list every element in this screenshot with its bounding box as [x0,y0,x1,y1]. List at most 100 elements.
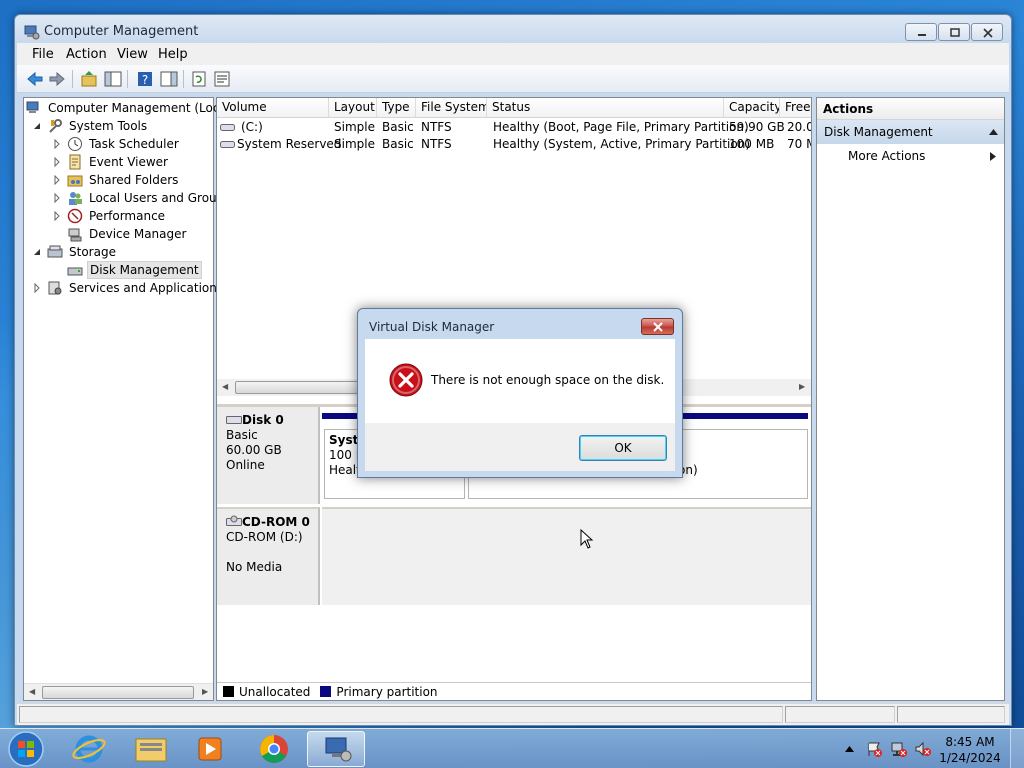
svg-text:?: ? [142,73,148,87]
column-volume[interactable]: Volume [217,98,329,118]
expand-arrow-icon[interactable] [52,175,62,185]
performance-icon [67,208,83,224]
close-icon [653,322,663,332]
more-actions-item[interactable]: More Actions [817,144,1004,168]
drive-icon [220,124,235,131]
taskbar-media-player[interactable] [181,731,239,767]
error-icon [389,363,423,397]
mouse-cursor-icon [580,529,594,549]
dialog-body: There is not enough space on the disk. [365,339,675,423]
minimize-icon [918,34,926,36]
tree-item-task-scheduler[interactable]: Task Scheduler [52,135,181,153]
taskbar-computer-management[interactable] [307,731,365,767]
actions-section-disk-management[interactable]: Disk Management [817,120,1004,144]
expand-arrow-icon[interactable] [52,211,62,221]
tree-horizontal-scrollbar[interactable]: ◀ ▶ [24,683,213,700]
scroll-thumb[interactable] [42,686,194,699]
up-folder-icon[interactable] [79,69,99,89]
column-layout[interactable]: Layout [329,98,377,118]
tree-item-storage[interactable]: Storage [32,243,118,261]
actions-header: Actions [817,98,1004,120]
tree-item-local-users-and-groups[interactable]: Local Users and Groups [52,189,233,207]
volume-row[interactable]: System Reserved Simple Basic NTFS Health… [217,136,811,153]
expand-arrow-icon[interactable] [52,157,62,167]
expand-arrow-icon[interactable] [52,139,62,149]
properties-icon[interactable] [212,69,232,89]
tree-item-disk-management[interactable]: Disk Management [67,261,202,279]
minimize-button[interactable] [905,23,937,41]
dialog-message: There is not enough space on the disk. [431,373,665,387]
maximize-button[interactable] [938,23,970,41]
scroll-right-icon[interactable]: ▶ [202,687,208,696]
computer-management-icon [24,25,40,40]
tree-item-shared-folders[interactable]: Shared Folders [52,171,180,189]
computer-management-icon [325,737,352,762]
show-hide-tree-icon[interactable] [103,69,123,89]
cd-drive-icon [226,515,242,526]
column-status[interactable]: Status [487,98,724,118]
taskbar-internet-explorer[interactable] [60,731,118,767]
menu-action[interactable]: Action [66,47,107,62]
maximize-icon [950,28,960,37]
show-action-pane-icon[interactable] [159,69,179,89]
expand-arrow-icon[interactable] [52,193,62,203]
forward-arrow-icon[interactable] [47,69,67,89]
network-icon[interactable] [891,741,907,757]
volume-row[interactable]: (C:) Simple Basic NTFS Healthy (Boot, Pa… [217,119,811,136]
system-tools-icon [49,119,62,133]
collapse-arrow-icon[interactable] [32,247,42,257]
tree-item-performance[interactable]: Performance [52,207,167,225]
action-center-flag-icon[interactable] [866,741,882,757]
chrome-icon [260,735,288,763]
tree-item-computer-management[interactable]: Computer Management (Local [26,99,232,117]
virtual-disk-manager-dialog: Virtual Disk Manager There is not enough… [357,308,683,478]
disk-management-icon [67,267,83,276]
media-player-icon [198,737,222,761]
close-button[interactable] [971,23,1003,41]
column-type[interactable]: Type [377,98,416,118]
scroll-right-icon[interactable]: ▶ [799,382,805,391]
column-free[interactable]: Free [780,98,813,118]
status-bar [17,703,1009,725]
volume-muted-icon[interactable] [914,741,932,757]
refresh-icon[interactable] [189,69,209,89]
dialog-close-button[interactable] [641,318,674,335]
tree-item-services-and-applications[interactable]: Services and Applications [32,279,225,297]
menu-help[interactable]: Help [158,47,188,62]
collapse-arrow-icon[interactable] [32,121,42,131]
column-file-system[interactable]: File System [416,98,487,118]
taskbar-chrome[interactable] [245,731,303,767]
tree-item-device-manager[interactable]: Device Manager [67,225,188,243]
scroll-left-icon[interactable]: ◀ [29,687,35,696]
start-button[interactable] [6,730,46,768]
status-cell-main [19,706,783,723]
actions-pane: Actions Disk Management More Actions [816,97,1005,701]
system-clock[interactable]: 8:45 AM 1/24/2024 [935,734,1005,766]
volume-list-header: Volume Layout Type File System Status Ca… [217,98,813,118]
expand-arrow-icon[interactable] [32,283,42,293]
clock-icon [68,137,82,151]
scroll-thumb[interactable] [235,381,375,394]
cd-rom-0-label[interactable]: CD-ROM 0 CD-ROM (D:) No Media [217,507,320,605]
scroll-left-icon[interactable]: ◀ [222,382,228,391]
status-cell-secondary [785,706,895,723]
menu-file[interactable]: File [32,47,54,62]
column-capacity[interactable]: Capacity [724,98,780,118]
window-title: Computer Management [44,24,199,39]
collapse-up-icon[interactable] [989,129,998,135]
menu-view[interactable]: View [117,47,148,62]
help-icon[interactable]: ? [135,69,155,89]
tree-item-event-viewer[interactable]: Event Viewer [52,153,170,171]
unallocated-swatch [223,686,234,697]
folder-icon [135,738,167,762]
tree-item-system-tools[interactable]: System Tools [32,117,149,135]
show-hidden-icons-button[interactable] [845,746,854,752]
back-arrow-icon[interactable] [25,69,45,89]
hard-disk-icon [226,416,242,424]
ok-button[interactable]: OK [579,435,667,461]
show-desktop-button[interactable] [1010,729,1024,768]
taskbar-file-explorer[interactable] [122,731,180,767]
dialog-footer: OK [365,423,675,471]
disk-0-label[interactable]: Disk 0 Basic 60.00 GB Online [217,407,320,504]
status-cell-tertiary [897,706,1005,723]
